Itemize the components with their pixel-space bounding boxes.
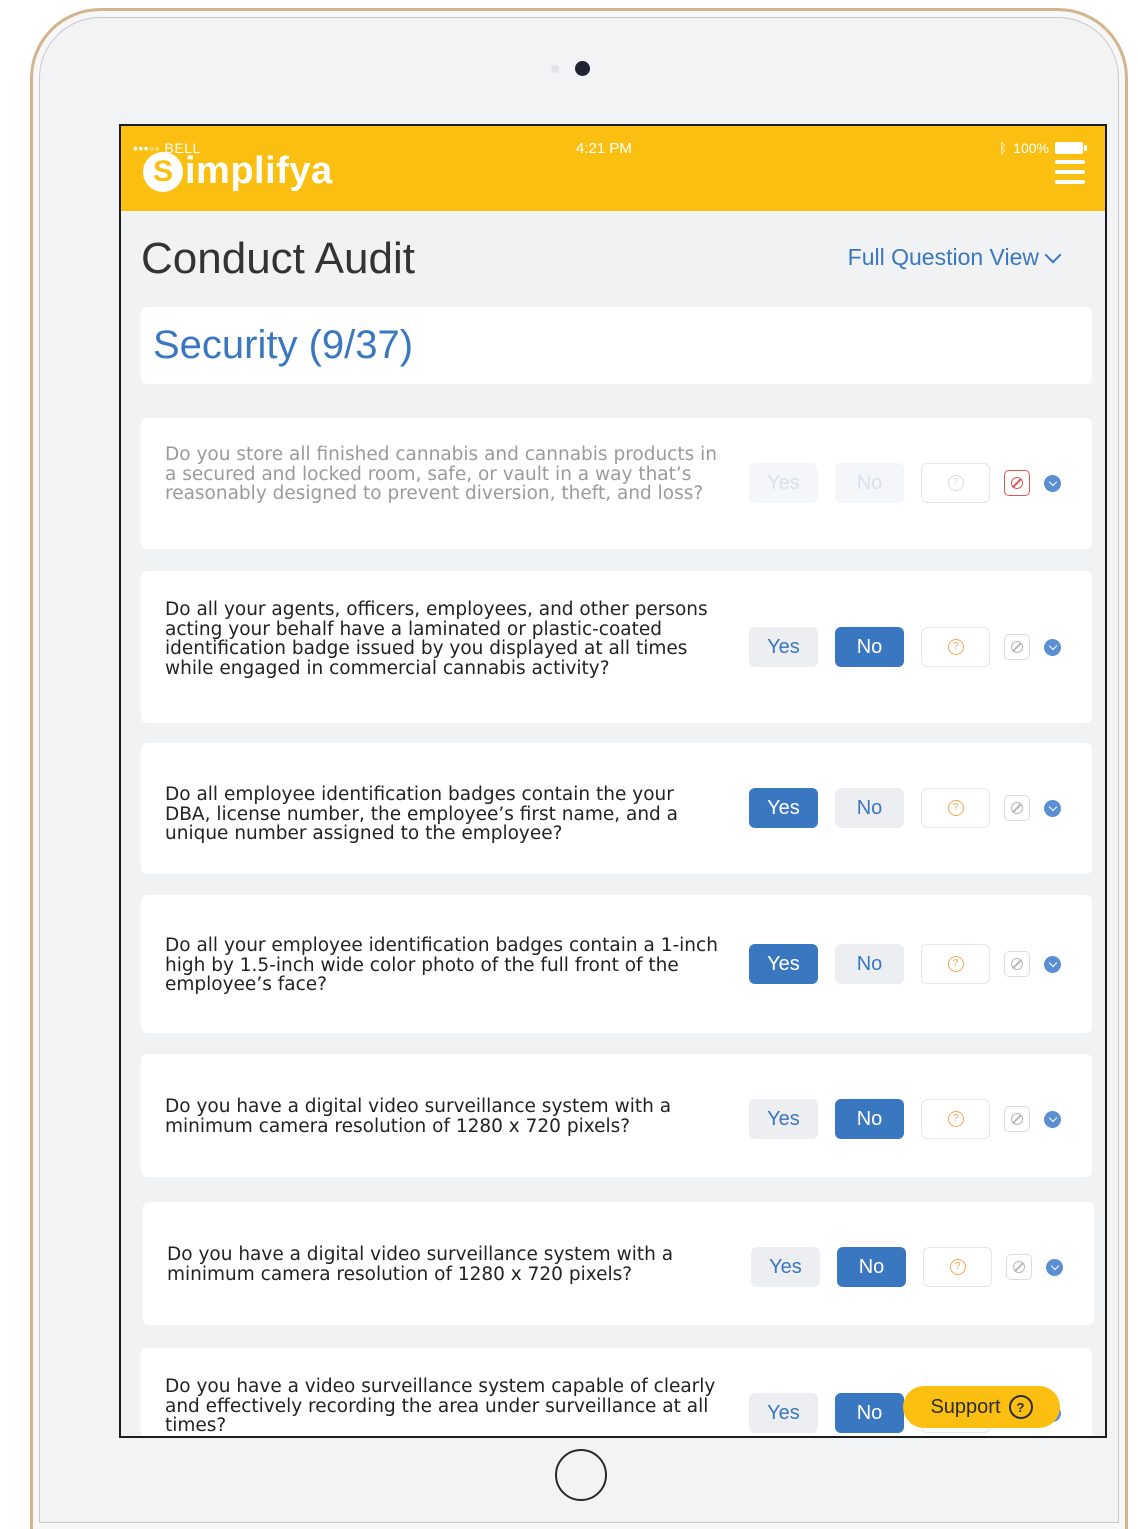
question-card: Do all your agents, officers, employees,… xyxy=(141,571,1092,723)
battery-icon xyxy=(1055,142,1087,154)
not-applicable-button[interactable] xyxy=(1004,470,1030,496)
not-applicable-button[interactable] xyxy=(1004,795,1030,821)
answer-controls: Yes No ? xyxy=(749,463,1061,503)
ban-icon xyxy=(1011,1113,1023,1125)
expand-chevron-icon[interactable] xyxy=(1044,474,1061,492)
unsure-button[interactable]: ? xyxy=(921,944,990,984)
tablet-frame: •••◦◦ BELL 4:21 PM ᛒ 100% S implifya Con… xyxy=(30,8,1128,1529)
question-mark-icon: ? xyxy=(947,1111,964,1127)
expand-chevron-icon[interactable] xyxy=(1044,638,1061,656)
question-mark-icon: ? xyxy=(947,639,964,655)
answer-controls: Yes No ? xyxy=(749,788,1061,828)
no-button[interactable]: No xyxy=(835,788,904,828)
unsure-button[interactable]: ? xyxy=(921,788,990,828)
page-title: Conduct Audit xyxy=(141,234,415,283)
expand-chevron-icon[interactable] xyxy=(1046,1258,1063,1276)
question-text: Do you have a digital video surveillance… xyxy=(165,1096,672,1137)
view-mode-dropdown[interactable]: Full Question View xyxy=(847,244,1062,271)
support-label: Support xyxy=(930,1395,1001,1418)
yes-button[interactable]: Yes xyxy=(749,1393,818,1433)
question-text: Do you have a video surveillance system … xyxy=(165,1376,716,1436)
answer-controls: Yes No ? xyxy=(751,1247,1063,1287)
yes-button[interactable]: Yes xyxy=(751,1247,820,1287)
question-text: Do all your employee identification badg… xyxy=(165,935,718,995)
question-text: Do you store all finished cannabis and c… xyxy=(165,444,717,504)
expand-chevron-icon[interactable] xyxy=(1044,955,1061,973)
question-card: Do you have a digital video surveillance… xyxy=(141,1054,1092,1177)
brand-logo: S implifya xyxy=(143,150,333,193)
status-time: 4:21 PM xyxy=(576,140,632,157)
front-camera xyxy=(575,61,590,76)
app-header: •••◦◦ BELL 4:21 PM ᛒ 100% S implifya xyxy=(121,126,1105,211)
question-card: Do you store all finished cannabis and c… xyxy=(141,418,1092,549)
yes-button[interactable]: Yes xyxy=(749,627,818,667)
no-button[interactable]: No xyxy=(835,463,904,503)
question-text: Do all your agents, officers, employees,… xyxy=(165,599,708,679)
yes-button[interactable]: Yes xyxy=(749,463,818,503)
no-button[interactable]: No xyxy=(835,944,904,984)
no-button[interactable]: No xyxy=(835,1393,904,1433)
not-applicable-button[interactable] xyxy=(1006,1254,1032,1280)
no-button[interactable]: No xyxy=(835,1099,904,1139)
unsure-button[interactable]: ? xyxy=(921,627,990,667)
status-right: ᛒ 100% xyxy=(998,140,1087,156)
ban-icon xyxy=(1013,1261,1025,1273)
answer-controls: Yes No ? xyxy=(749,627,1061,667)
yes-button[interactable]: Yes xyxy=(749,788,818,828)
expand-chevron-icon[interactable] xyxy=(1044,799,1061,817)
unsure-button[interactable]: ? xyxy=(921,1099,990,1139)
support-button[interactable]: Support ? xyxy=(903,1386,1060,1428)
ban-icon xyxy=(1011,477,1023,489)
help-icon: ? xyxy=(1008,1395,1033,1419)
question-mark-icon: ? xyxy=(949,1259,966,1275)
question-card: Do you have a digital video surveillance… xyxy=(143,1202,1094,1325)
sensor xyxy=(551,65,559,73)
question-text: Do all employee identification badges co… xyxy=(165,784,679,844)
expand-chevron-icon[interactable] xyxy=(1044,1110,1061,1128)
yes-button[interactable]: Yes xyxy=(749,1099,818,1139)
not-applicable-button[interactable] xyxy=(1004,1106,1030,1132)
app-screen: •••◦◦ BELL 4:21 PM ᛒ 100% S implifya Con… xyxy=(119,124,1107,1438)
chevron-down-icon xyxy=(1044,246,1062,263)
home-button[interactable] xyxy=(555,1449,607,1501)
battery-level: 100% xyxy=(1013,140,1049,156)
yes-button[interactable]: Yes xyxy=(749,944,818,984)
unsure-button[interactable]: ? xyxy=(921,463,990,503)
question-card: Do all employee identification badges co… xyxy=(141,743,1092,874)
ban-icon xyxy=(1011,958,1023,970)
bluetooth-icon: ᛒ xyxy=(998,140,1008,156)
question-text: Do you have a digital video surveillance… xyxy=(167,1244,674,1285)
not-applicable-button[interactable] xyxy=(1004,951,1030,977)
ban-icon xyxy=(1011,802,1023,814)
hamburger-menu-icon[interactable] xyxy=(1055,160,1085,184)
answer-controls: Yes No ? xyxy=(749,944,1061,984)
logo-mark-icon: S xyxy=(143,151,183,192)
question-mark-icon: ? xyxy=(947,800,964,816)
logo-text: implifya xyxy=(185,150,333,192)
question-card: Do all your employee identification badg… xyxy=(141,895,1092,1033)
question-mark-icon: ? xyxy=(947,475,964,491)
section-header-card: Security (9/37) xyxy=(141,307,1092,384)
no-button[interactable]: No xyxy=(835,627,904,667)
unsure-button[interactable]: ? xyxy=(923,1247,992,1287)
ban-icon xyxy=(1011,641,1023,653)
answer-controls: Yes No ? xyxy=(749,1099,1061,1139)
question-mark-icon: ? xyxy=(947,956,964,972)
section-title: Security (9/37) xyxy=(153,323,414,367)
not-applicable-button[interactable] xyxy=(1004,634,1030,660)
view-mode-label: Full Question View xyxy=(847,244,1039,270)
no-button[interactable]: No xyxy=(837,1247,906,1287)
